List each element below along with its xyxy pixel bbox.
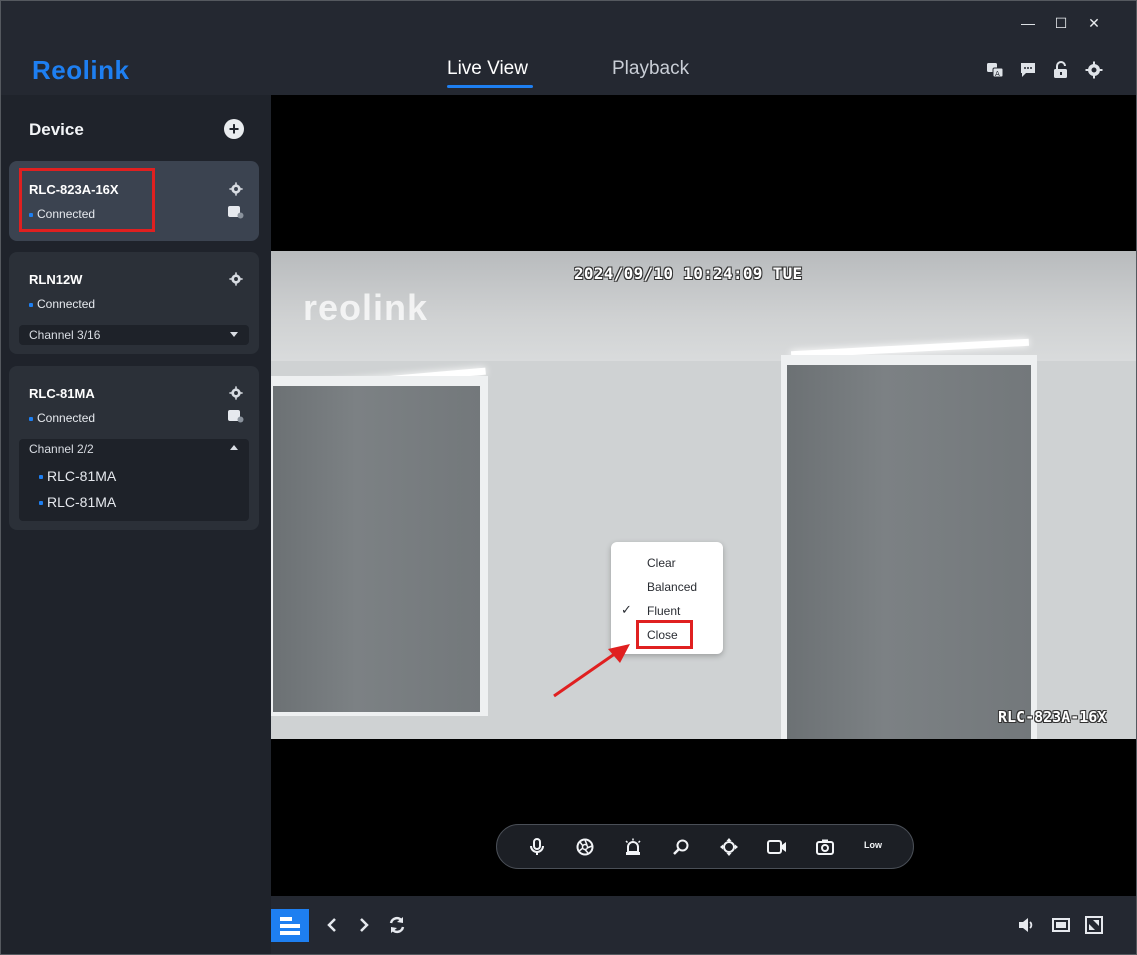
ptz-icon[interactable]: [719, 837, 739, 857]
device-status: Connected: [29, 411, 95, 425]
device-settings-icon[interactable]: [229, 272, 243, 286]
channel-item-label: RLC-81MA: [47, 468, 117, 484]
osd-logo: reolink: [303, 287, 429, 328]
record-icon[interactable]: [767, 837, 787, 857]
siren-icon[interactable]: [623, 837, 643, 857]
microphone-icon[interactable]: [527, 837, 547, 857]
live-view-area[interactable]: reolink 2024/09/10 10:24:09 TUE RLC-823A…: [271, 95, 1136, 896]
device-status: Connected: [29, 297, 95, 311]
menu-item-fluent[interactable]: Fluent: [647, 604, 680, 618]
aperture-icon[interactable]: [575, 837, 595, 857]
bottom-bar: [271, 896, 1136, 954]
camera-status-icon: [228, 410, 244, 423]
channel-dot: [39, 475, 43, 480]
active-tab-indicator: [447, 85, 533, 88]
device-card-rln12w[interactable]: RLN12W Connected Channel 3/16: [9, 252, 259, 354]
chevron-up-icon[interactable]: [230, 445, 238, 450]
message-icon[interactable]: [1018, 60, 1038, 80]
status-dot: [29, 416, 33, 421]
tab-playback[interactable]: Playback: [612, 58, 689, 80]
device-settings-icon[interactable]: [229, 386, 243, 400]
channel-item[interactable]: RLC-81MA: [39, 494, 116, 510]
snapshot-icon[interactable]: [815, 837, 835, 857]
refresh-icon[interactable]: [387, 915, 407, 935]
brand-logo: Reolink: [32, 55, 130, 85]
add-device-button[interactable]: +: [224, 119, 244, 139]
channel-item[interactable]: RLC-81MA: [39, 468, 116, 484]
zoom-icon[interactable]: [671, 837, 691, 857]
annotation-arrow: [553, 644, 630, 698]
video-feed[interactable]: reolink 2024/09/10 10:24:09 TUE RLC-823A…: [271, 251, 1136, 739]
app-window: — ☐ ✕ Reolink Live View Playback A Devic…: [0, 0, 1137, 955]
gear-icon[interactable]: [1084, 60, 1104, 80]
menu-item-clear[interactable]: Clear: [647, 556, 676, 570]
channel-list-panel: Channel 2/2 RLC-81MA RLC-81MA: [19, 439, 249, 521]
menu-item-balanced[interactable]: Balanced: [647, 580, 697, 594]
status-text: Connected: [37, 297, 96, 311]
header: Reolink Live View Playback A: [1, 45, 1136, 95]
fullscreen-icon[interactable]: [1084, 915, 1104, 935]
volume-icon[interactable]: [1017, 915, 1037, 935]
device-card-rlc-81ma[interactable]: RLC-81MA Connected Channel 2/2 RLC-81MA …: [9, 366, 259, 530]
camera-status-icon: [228, 206, 244, 219]
osd-timestamp: 2024/09/10 10:24:09 TUE: [574, 264, 803, 283]
check-icon: ✓: [621, 602, 632, 617]
highlight-box-device: [19, 168, 155, 232]
channel-label: Channel 3/16: [29, 328, 101, 342]
device-name: RLN12W: [29, 272, 83, 287]
translate-icon[interactable]: A: [985, 60, 1005, 80]
svg-text:A: A: [995, 70, 1000, 78]
status-text: Connected: [37, 411, 96, 425]
stream-quality-button[interactable]: Low: [864, 840, 882, 850]
osd-camera-name: RLC-823A-16X: [998, 708, 1107, 726]
highlight-box-close: [636, 620, 693, 649]
layout-icon[interactable]: [271, 909, 309, 942]
device-name: RLC-81MA: [29, 386, 95, 401]
sidebar-title: Device: [29, 120, 84, 139]
minimize-button[interactable]: —: [1015, 11, 1041, 35]
tab-live-view[interactable]: Live View: [447, 58, 528, 80]
chevron-down-icon: [230, 332, 238, 337]
channel-item-label: RLC-81MA: [47, 494, 117, 510]
live-toolbar: Low: [496, 824, 914, 869]
channel-dropdown[interactable]: Channel 3/16: [19, 325, 249, 345]
window-icon[interactable]: [1051, 915, 1071, 935]
device-sidebar: Device + RLC-823A-16X Connected RLN12W C…: [1, 95, 270, 954]
title-bar: — ☐ ✕: [1, 1, 1136, 45]
prev-icon[interactable]: [322, 915, 342, 935]
device-settings-icon[interactable]: [229, 182, 243, 196]
next-icon[interactable]: [354, 915, 374, 935]
channel-dot: [39, 501, 43, 506]
blind-left: [273, 386, 480, 712]
channel-label[interactable]: Channel 2/2: [29, 442, 94, 456]
unlock-icon[interactable]: [1051, 60, 1071, 80]
close-button[interactable]: ✕: [1081, 11, 1107, 35]
blind-right: [787, 365, 1031, 739]
maximize-button[interactable]: ☐: [1048, 11, 1074, 35]
status-dot: [29, 302, 33, 307]
